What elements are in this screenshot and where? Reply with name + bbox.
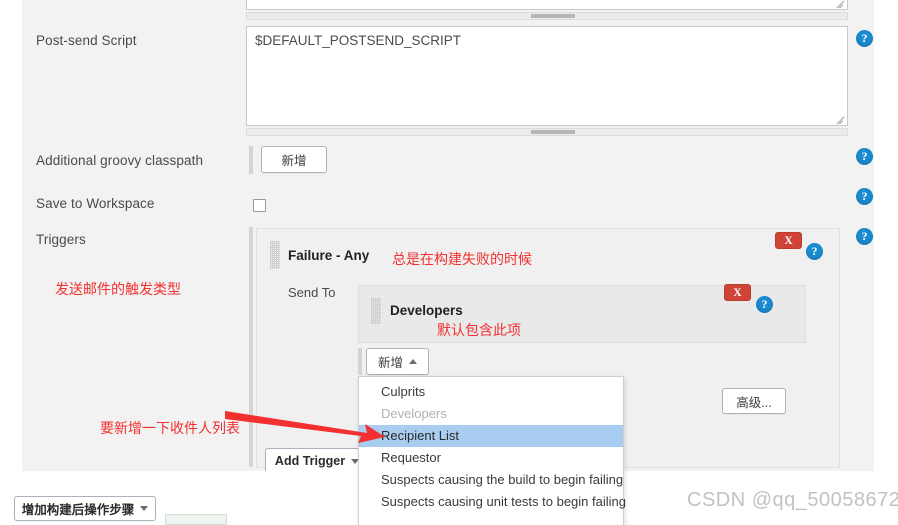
recipient-drag-handle[interactable] (371, 298, 381, 324)
post-send-script-textarea[interactable]: $DEFAULT_POSTSEND_SCRIPT (246, 26, 848, 126)
chevron-down-icon (140, 506, 149, 511)
recipient-title: Developers (390, 303, 463, 318)
help-icon-recipient[interactable]: ? (756, 296, 773, 313)
page-left-white-strip (0, 0, 22, 525)
add-recipient-button[interactable]: 新增 (366, 348, 429, 375)
drag-bar-knob (531, 130, 575, 134)
annotation-default-included: 默认包含此项 (437, 323, 521, 339)
trigger-drag-handle[interactable] (270, 241, 280, 269)
required-indicator-bar-recipient (358, 348, 362, 375)
trigger-title: Failure - Any (288, 248, 370, 263)
add-groovy-classpath-button[interactable]: 新增 (261, 146, 327, 173)
annotation-add-recipient-list: 要新增一下收件人列表 (100, 421, 240, 437)
dropdown-item-requestor[interactable]: Requestor (359, 447, 623, 469)
dropdown-item-suspects-build[interactable]: Suspects causing the build to begin fail… (359, 469, 623, 491)
delete-trigger-button[interactable]: X (775, 232, 802, 249)
chevron-up-icon (409, 359, 417, 364)
help-icon-additional-groovy-classpath[interactable]: ? (856, 148, 873, 165)
help-icon-triggers[interactable]: ? (856, 228, 873, 245)
advanced-label: 高级... (736, 395, 772, 410)
required-indicator-bar-triggers (249, 227, 253, 467)
label-save-to-workspace: Save to Workspace (36, 196, 155, 211)
watermark-text: CSDN @qq_50058672 (687, 489, 898, 511)
drag-bar-knob (531, 14, 575, 18)
add-trigger-label: Add Trigger (274, 454, 346, 468)
required-indicator-bar (249, 146, 253, 174)
jenkins-editable-email-notification-config: Post-send Script $DEFAULT_POSTSEND_SCRIP… (0, 0, 898, 525)
label-send-to: Send To (288, 285, 336, 300)
add-post-build-step-button[interactable]: 增加构建后操作步骤 (14, 496, 156, 521)
dropdown-item-suspects-unit-tests[interactable]: Suspects causing unit tests to begin fai… (359, 491, 626, 513)
help-icon-save-to-workspace[interactable]: ? (856, 188, 873, 205)
label-triggers: Triggers (36, 232, 86, 247)
pre-send-script-textarea[interactable] (246, 0, 848, 10)
dropdown-item-recipient-list[interactable]: Recipient List (359, 425, 623, 447)
add-recipient-label: 新增 (377, 356, 403, 370)
resize-grip-icon[interactable] (834, 0, 845, 8)
page-right-white-strip (874, 0, 898, 525)
save-to-workspace-checkbox[interactable] (253, 199, 266, 212)
label-post-send-script: Post-send Script (36, 33, 137, 48)
advanced-button[interactable]: 高级... (722, 388, 786, 414)
add-groovy-classpath-label: 新增 (281, 154, 307, 168)
label-additional-groovy-classpath: Additional groovy classpath (36, 153, 204, 168)
textarea-drag-bar-top[interactable] (246, 12, 848, 20)
post-send-script-value: $DEFAULT_POSTSEND_SCRIPT (255, 33, 462, 48)
dropdown-item-developers: Developers (381, 406, 447, 421)
footer-secondary-box (165, 514, 227, 525)
help-icon-trigger[interactable]: ? (806, 243, 823, 260)
dropdown-item-culprits[interactable]: Culprits (359, 381, 623, 403)
resize-grip-icon[interactable] (834, 113, 845, 124)
help-icon-post-send-script[interactable]: ? (856, 30, 873, 47)
add-post-build-step-label: 增加构建后操作步骤 (21, 503, 135, 517)
delete-recipient-button[interactable]: X (724, 284, 751, 301)
annotation-trigger-type: 总是在构建失败的时候 (392, 252, 532, 268)
recipient-provider-dropdown[interactable]: Culprits Developers Recipient List Reque… (358, 376, 626, 525)
annotation-send-mail-trigger: 发送邮件的触发类型 (55, 282, 181, 298)
textarea-drag-bar-bottom[interactable] (246, 128, 848, 136)
